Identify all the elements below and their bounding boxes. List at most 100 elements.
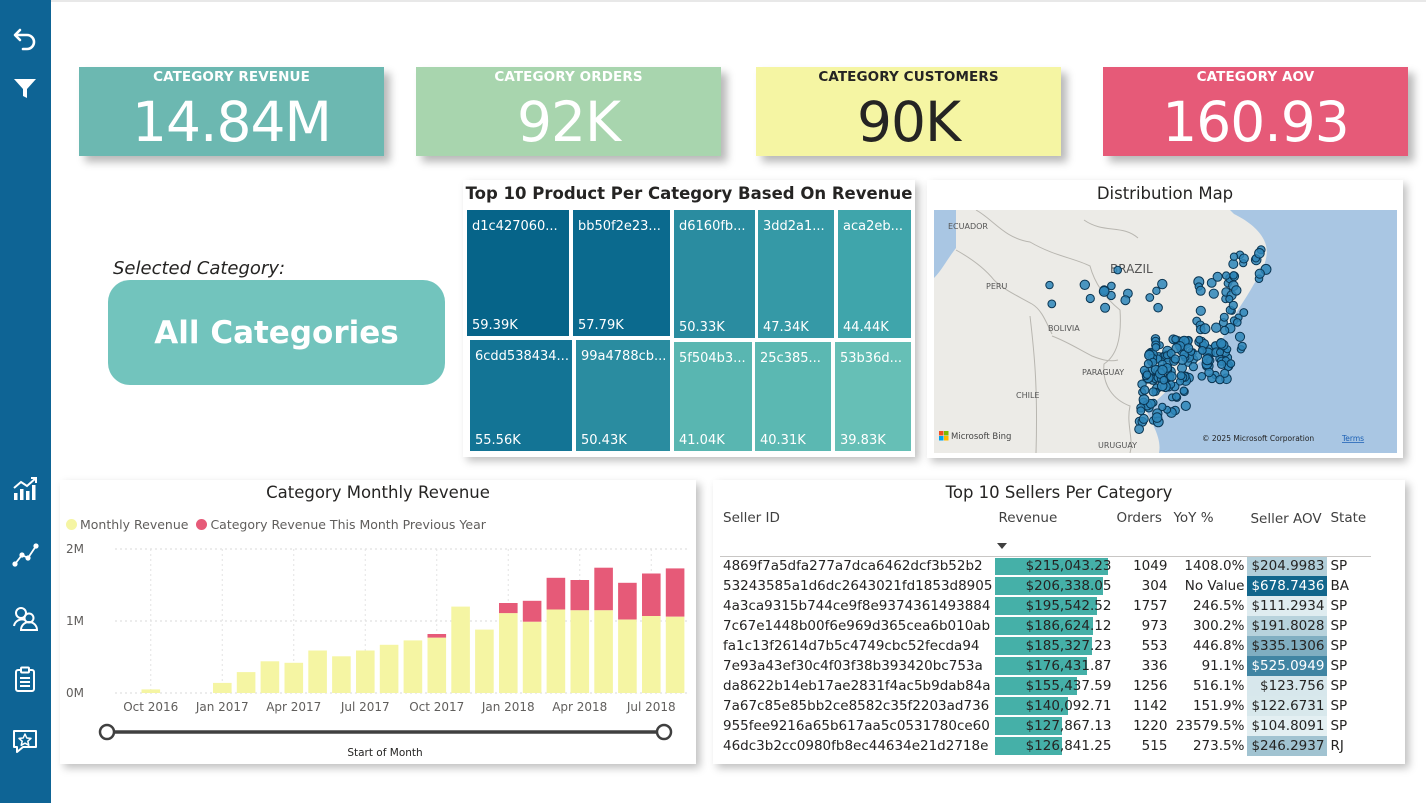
map-point[interactable]	[1142, 370, 1152, 379]
treemap-tile[interactable]: 99a4788cb... 50.43K	[576, 340, 670, 451]
map-point[interactable]	[1219, 312, 1229, 322]
map-point[interactable]	[1226, 359, 1236, 368]
map-point[interactable]	[1166, 371, 1177, 382]
map-point[interactable]	[1120, 295, 1131, 306]
map-point[interactable]	[1179, 386, 1189, 395]
bar-prev-year-revenue[interactable]	[570, 580, 590, 611]
map-point[interactable]	[1238, 253, 1249, 264]
line-chart-icon[interactable]	[8, 537, 42, 571]
distribution-map[interactable]: ECUADOR BRAZIL PERU BOLIVIA PARAGUAY CHI…	[934, 210, 1397, 453]
map-point[interactable]	[1197, 372, 1207, 381]
map-point[interactable]	[1143, 359, 1153, 369]
sort-descending-icon[interactable]	[997, 543, 1007, 549]
map-point[interactable]	[1211, 322, 1222, 333]
bar-chart-icon[interactable]	[8, 472, 42, 506]
bar-monthly-revenue[interactable]	[213, 682, 232, 693]
treemap-tile[interactable]: aca2eb... 44.44K	[838, 210, 911, 338]
map-point[interactable]	[1225, 295, 1234, 303]
date-slider-start-handle[interactable]	[98, 723, 116, 741]
map-point[interactable]	[1171, 335, 1180, 344]
table-row[interactable]: 7e93a43ef30c4f03f38b393420bc753a $176,431…	[720, 656, 1371, 676]
map-point[interactable]	[1138, 394, 1150, 406]
map-point[interactable]	[1158, 402, 1167, 412]
map-point[interactable]	[1222, 271, 1231, 280]
bar-monthly-revenue[interactable]	[427, 637, 447, 693]
map-terms-link[interactable]: Terms	[1341, 434, 1364, 443]
col-header-orders[interactable]: Orders	[1113, 510, 1170, 547]
bar-monthly-revenue[interactable]	[570, 610, 590, 693]
table-row[interactable]: 4869f7a5dfa277a7dca6462dcf3b52b2 $215,043…	[720, 556, 1371, 576]
map-point[interactable]	[1195, 335, 1204, 344]
map-point[interactable]	[1237, 341, 1247, 351]
bar-monthly-revenue[interactable]	[236, 672, 256, 693]
map-point[interactable]	[1079, 279, 1091, 291]
bar-monthly-revenue[interactable]	[379, 644, 399, 693]
map-point[interactable]	[1085, 293, 1095, 304]
col-header-revenue[interactable]: Revenue	[995, 510, 1113, 547]
table-row[interactable]: 53243585a1d6dc2643021fd1853d8905 $206,338…	[720, 576, 1371, 596]
map-point[interactable]	[1180, 400, 1191, 411]
col-header-seller-id[interactable]: Seller ID	[720, 510, 995, 547]
table-row[interactable]: 7a67c85e85bb2ce8582c35f2203ad736 $140,092…	[720, 696, 1371, 716]
treemap-tile[interactable]: 53b36d... 39.83K	[835, 342, 911, 451]
bar-monthly-revenue[interactable]	[665, 616, 685, 693]
map-point[interactable]	[1183, 343, 1194, 354]
map-point[interactable]	[1170, 354, 1180, 364]
review-star-icon[interactable]	[8, 724, 42, 758]
map-point[interactable]	[1234, 331, 1246, 342]
map-point[interactable]	[1159, 375, 1169, 385]
map-point[interactable]	[1212, 271, 1223, 282]
map-point[interactable]	[1208, 288, 1219, 299]
map-point[interactable]	[1220, 325, 1230, 336]
map-point[interactable]	[1188, 362, 1198, 372]
col-header-seller-aov[interactable]: Seller AOV	[1247, 510, 1327, 547]
bar-monthly-revenue[interactable]	[594, 610, 613, 693]
map-point[interactable]	[1199, 323, 1211, 335]
map-point[interactable]	[1228, 259, 1239, 269]
map-point[interactable]	[1201, 354, 1213, 366]
bar-prev-year-revenue[interactable]	[665, 568, 685, 617]
col-header-state[interactable]: State	[1327, 510, 1371, 547]
bar-monthly-revenue[interactable]	[141, 689, 161, 693]
map-point[interactable]	[1233, 318, 1242, 327]
bar-prev-year-revenue[interactable]	[522, 600, 542, 622]
map-point[interactable]	[1140, 385, 1150, 395]
clipboard-icon[interactable]	[8, 662, 42, 696]
bar-monthly-revenue[interactable]	[522, 621, 542, 693]
bar-monthly-revenue[interactable]	[308, 650, 327, 694]
map-point[interactable]	[1239, 308, 1249, 317]
bar-monthly-revenue[interactable]	[546, 609, 566, 694]
map-point[interactable]	[1204, 367, 1214, 378]
map-point[interactable]	[1100, 302, 1111, 313]
treemap-tile[interactable]: 25c385... 40.31K	[755, 342, 831, 451]
back-arrow-icon[interactable]	[8, 21, 42, 55]
map-point[interactable]	[1134, 424, 1145, 435]
table-row[interactable]: 4a3ca9315b744ce9f8e9374361493884 $195,542…	[720, 596, 1371, 616]
table-row[interactable]: da8622b14eb17ae2831f4ac5b9dab84a $155,437…	[720, 676, 1371, 696]
map-point[interactable]	[1172, 392, 1181, 401]
treemap-tile[interactable]: d1c427060... 59.39K	[467, 210, 569, 336]
bar-monthly-revenue[interactable]	[260, 661, 280, 693]
map-point[interactable]	[1216, 338, 1227, 349]
map-point[interactable]	[1151, 343, 1161, 352]
bar-prev-year-revenue[interactable]	[546, 577, 566, 610]
bar-monthly-revenue[interactable]	[403, 640, 423, 693]
map-point[interactable]	[1047, 299, 1057, 309]
treemap-tile[interactable]: bb50f2e23... 57.79K	[573, 210, 670, 336]
map-point[interactable]	[1197, 346, 1207, 355]
bar-prev-year-revenue[interactable]	[594, 567, 613, 611]
bar-monthly-revenue[interactable]	[618, 619, 637, 693]
map-point[interactable]	[1148, 387, 1158, 397]
map-point[interactable]	[1145, 293, 1155, 302]
map-point[interactable]	[1229, 271, 1238, 280]
bar-prev-year-revenue[interactable]	[642, 573, 661, 617]
treemap-tile[interactable]: 3dd2a1... 47.34K	[758, 210, 834, 338]
map-point[interactable]	[1195, 305, 1206, 316]
table-row[interactable]: 7c67e1448b00f6e969d365cea6b010ab $186,624…	[720, 616, 1371, 636]
map-point[interactable]	[1151, 412, 1163, 423]
bar-monthly-revenue[interactable]	[332, 656, 351, 693]
map-point[interactable]	[1138, 413, 1149, 424]
map-point[interactable]	[1176, 371, 1186, 381]
treemap-tile[interactable]: 5f504b3... 41.04K	[674, 342, 752, 451]
bar-monthly-revenue[interactable]	[475, 629, 494, 693]
